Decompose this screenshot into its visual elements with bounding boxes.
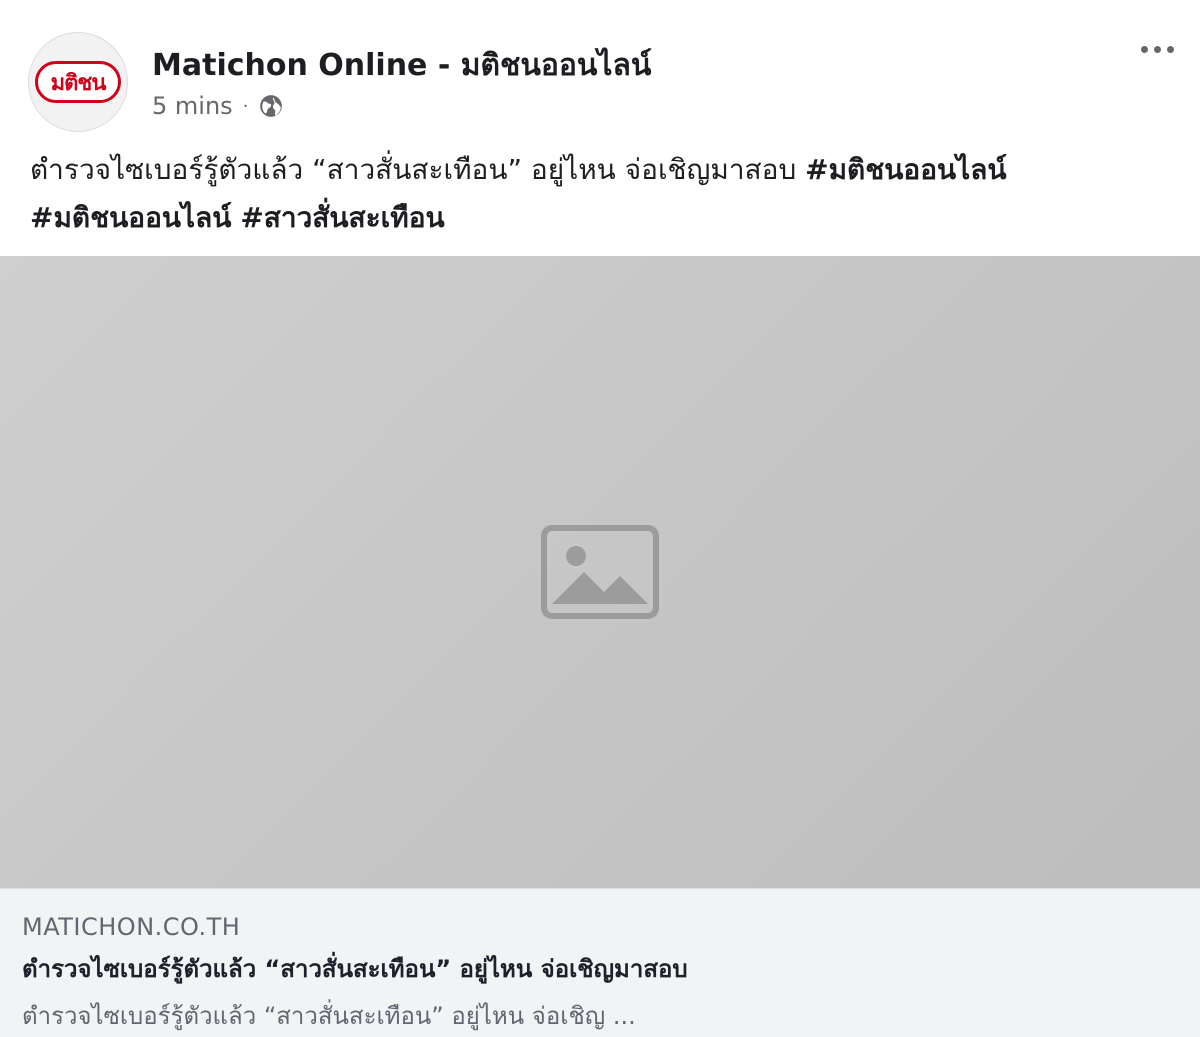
more-options-icon[interactable] [1141, 46, 1174, 53]
hashtag-link[interactable]: #สาวสั่นสะเทือน [240, 201, 444, 234]
link-preview-card[interactable]: MATICHON.CO.TH ตำรวจไซเบอร์รู้ตัวแล้ว “ส… [0, 256, 1200, 1037]
post-message-text: ตำรวจไซเบอร์รู้ตัวแล้ว “สาวสั่นสะเทือน” … [30, 153, 806, 186]
link-description: ตำรวจไซเบอร์รู้ตัวแล้ว “สาวสั่นสะเทือน” … [22, 1002, 636, 1030]
page-avatar[interactable]: มติชน [28, 32, 128, 132]
meta-separator: · [242, 95, 249, 117]
post-message-line2: #มติชนออนไลน์ #สาวสั่นสะเทือน [30, 194, 1180, 242]
matichon-logo: มติชน [35, 61, 121, 103]
post-header: มติชน Matichon Online - มติชนออนไลน์ 5 m… [0, 0, 1200, 140]
page-name-link[interactable]: Matichon Online - มติชนออนไลน์ [152, 42, 651, 89]
link-preview-image[interactable] [0, 256, 1200, 888]
image-placeholder-icon [541, 525, 659, 619]
globe-icon[interactable] [258, 93, 284, 119]
hashtag-link[interactable]: #มติชนออนไลน์ [30, 201, 231, 234]
hashtag-link[interactable]: #มติชนออนไลน์ [805, 153, 1006, 186]
link-title[interactable]: ตำรวจไซเบอร์รู้ตัวแล้ว “สาวสั่นสะเทือน” … [22, 949, 1178, 988]
post-timestamp[interactable]: 5 mins [152, 92, 233, 120]
link-preview-info[interactable]: MATICHON.CO.TH ตำรวจไซเบอร์รู้ตัวแล้ว “ส… [0, 888, 1200, 1037]
post-message: ตำรวจไซเบอร์รู้ตัวแล้ว “สาวสั่นสะเทือน” … [30, 146, 1180, 242]
post-meta: 5 mins · [152, 92, 284, 120]
link-domain: MATICHON.CO.TH [22, 913, 241, 941]
